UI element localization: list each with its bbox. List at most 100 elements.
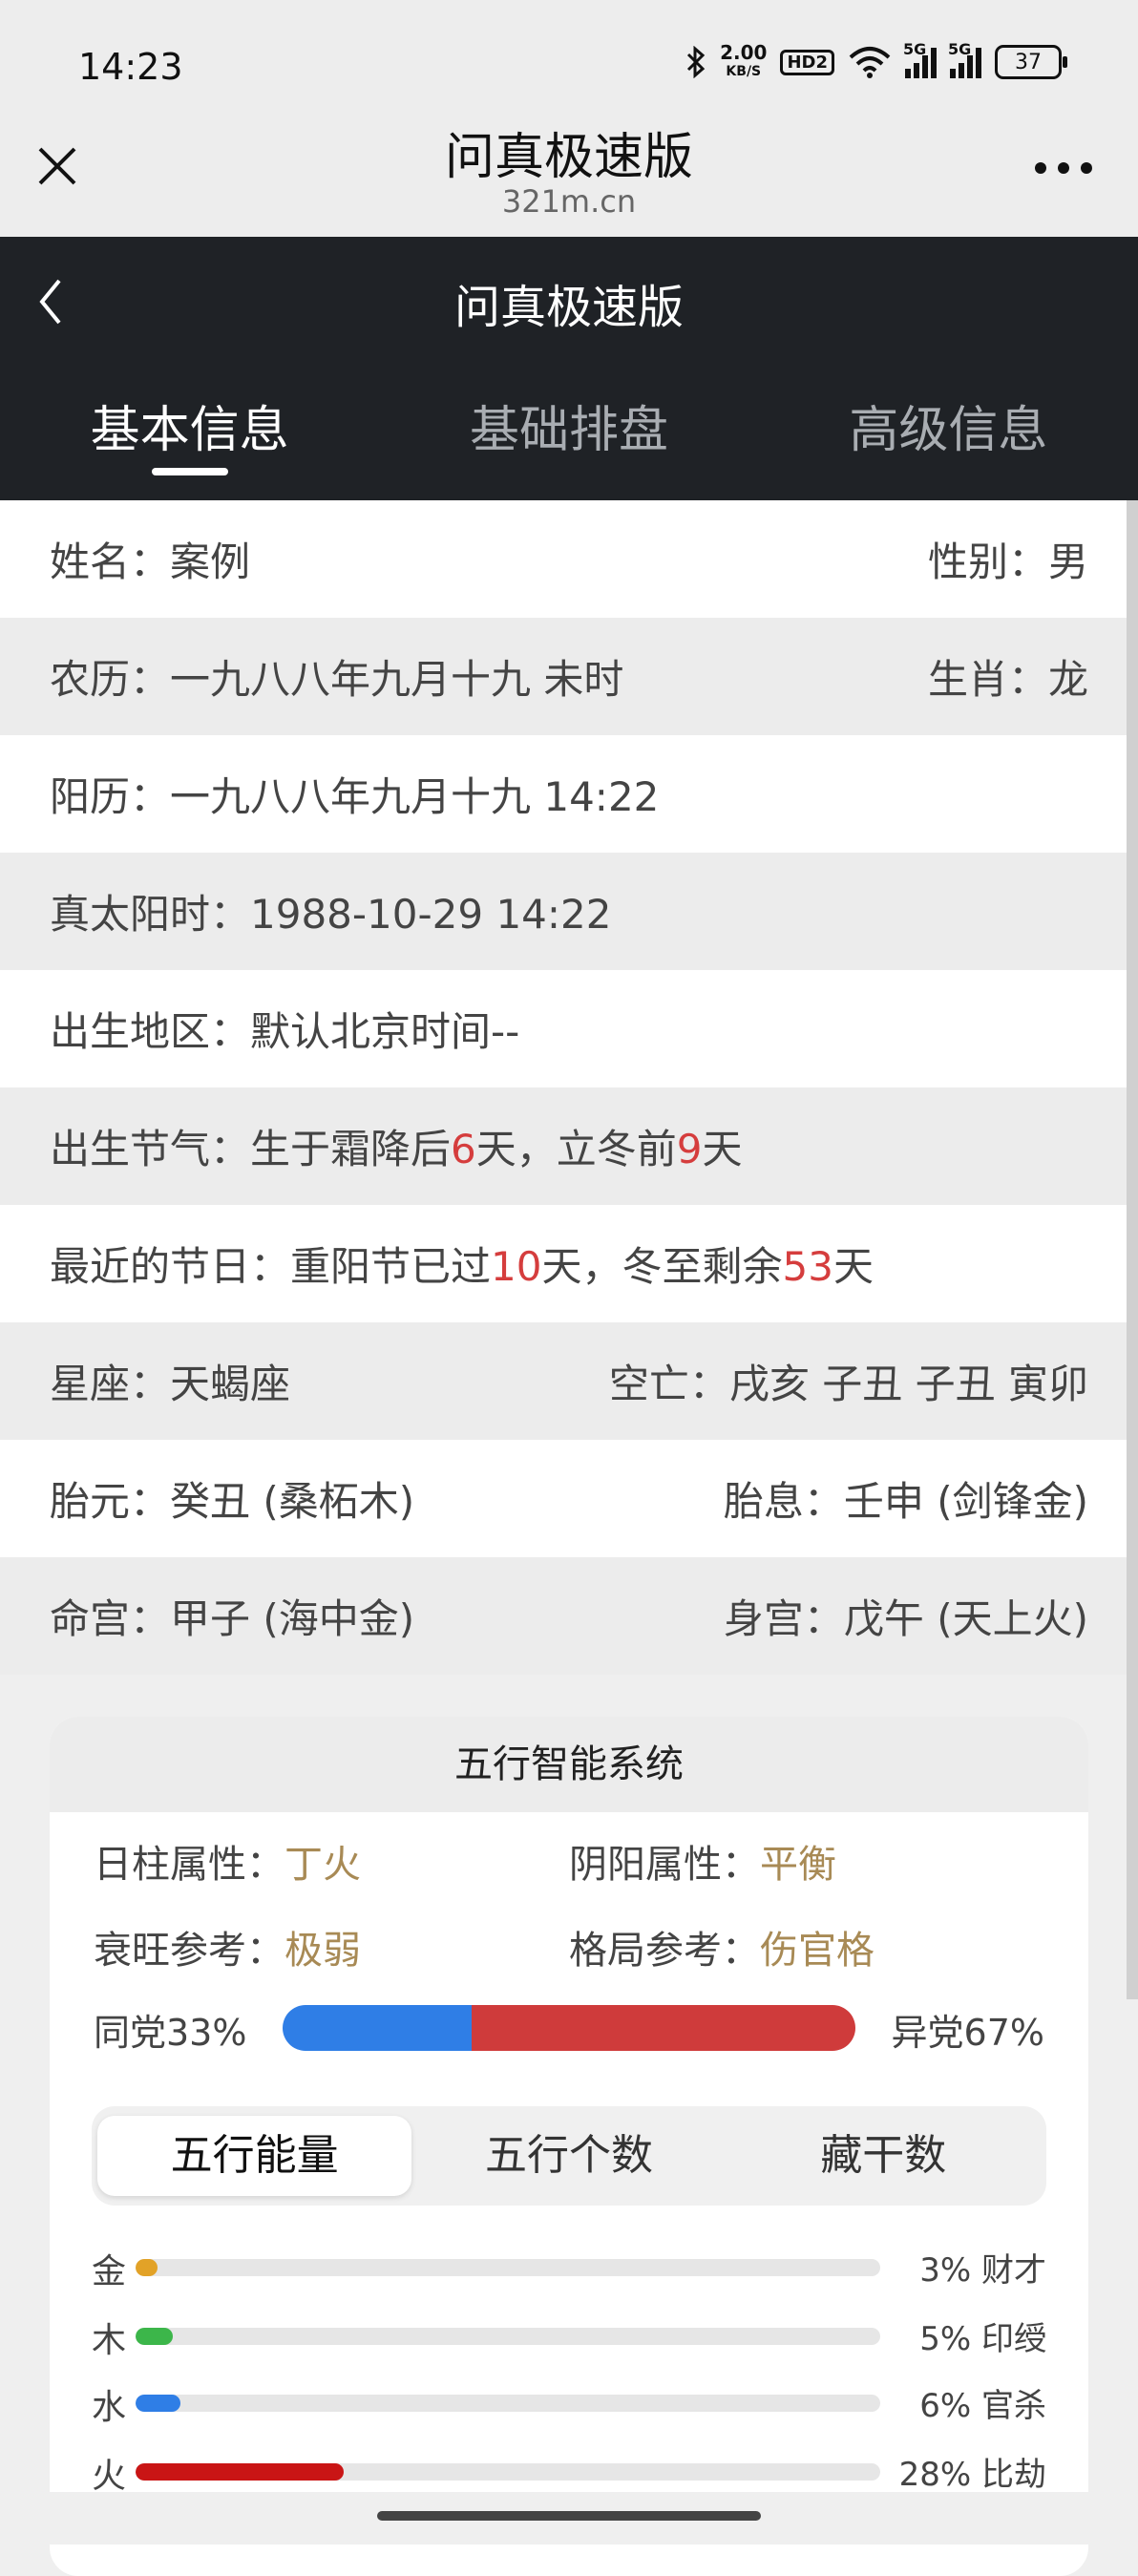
region-value: 默认北京时间-- xyxy=(250,1008,520,1055)
element-fill xyxy=(136,2328,173,2345)
info-row-constellation: 星座：天蝎座 空亡：戌亥 子丑 子丑 寅卯 xyxy=(0,1322,1138,1440)
speed-unit: KB/S xyxy=(726,64,762,79)
lunar-value: 一九八八年九月十九 未时 xyxy=(170,656,624,703)
signal-icon: 5G xyxy=(903,40,937,78)
day-pillar-field: 日柱属性：丁火 xyxy=(94,1833,361,1889)
info-row-true-solar: 真太阳时：1988-10-29 14:22 xyxy=(0,853,1138,970)
scrollbar[interactable] xyxy=(1127,500,1138,1999)
pattern-label: 格局参考： xyxy=(569,1929,760,1973)
element-row-wood: 木 5% 印绶 xyxy=(92,2307,1046,2364)
info-row-minggong: 命宫：甲子 (海中金) 身宫：戊午 (天上火) xyxy=(0,1557,1138,1675)
taiyuan-value: 癸丑 (桑柘木) xyxy=(170,1478,415,1525)
mini-app-header: 问真极速版 321m.cn xyxy=(0,105,1138,237)
segment-energy[interactable]: 五行能量 xyxy=(97,2116,412,2196)
strength-label: 衰旺参考： xyxy=(94,1929,284,1973)
element-track xyxy=(136,2395,880,2412)
element-row-fire: 火 28% 比劫 xyxy=(92,2442,1046,2500)
yinyang-value: 平衡 xyxy=(760,1843,836,1887)
day-pillar-label: 日柱属性： xyxy=(94,1843,284,1887)
element-fill xyxy=(136,2395,180,2412)
element-percent: 3% 财才 xyxy=(919,2251,1046,2290)
zodiac-value: 龙 xyxy=(1047,656,1088,703)
element-fill xyxy=(136,2463,345,2481)
yinyang-label: 阴阳属性： xyxy=(569,1843,760,1887)
strength-field: 衰旺参考：极弱 xyxy=(94,1919,361,1974)
pattern-field: 格局参考：伤官格 xyxy=(569,1919,875,1974)
status-bar: 14:23 2.00 KB/S HD2 5G 5G 37 xyxy=(0,0,1138,105)
battery-level: 37 xyxy=(1015,50,1042,74)
region-label: 出生地区： xyxy=(50,1008,251,1055)
shengong-label: 身宫： xyxy=(723,1595,844,1642)
element-track xyxy=(136,2463,880,2481)
segment-hidden-stems[interactable]: 藏干数 xyxy=(727,2116,1041,2196)
info-row-name: 姓名：案例 性别：男 xyxy=(0,500,1138,618)
bluetooth-icon xyxy=(687,46,706,78)
speed-value: 2.00 xyxy=(720,41,768,64)
solar-term-text: 天 xyxy=(702,1126,743,1172)
info-row-region: 出生地区：默认北京时间-- xyxy=(0,970,1138,1087)
tab-advanced-info[interactable]: 高级信息 xyxy=(759,390,1138,485)
element-percent: 6% 官杀 xyxy=(919,2387,1046,2425)
info-row-taiyuan: 胎元：癸丑 (桑柘木) 胎息：壬申 (剑锋金) xyxy=(0,1440,1138,1557)
festival-days-passed: 10 xyxy=(491,1243,542,1290)
minggong-label: 命宫： xyxy=(50,1595,171,1642)
festival-text: 天 xyxy=(832,1243,874,1290)
element-percent: 28% 比劫 xyxy=(898,2456,1046,2494)
wuxing-card: 五行智能系统 日柱属性：丁火 阴阳属性：平衡 衰旺参考：极弱 格局参考：伤官格 … xyxy=(50,1717,1088,2576)
solar-term-days-before: 9 xyxy=(676,1126,703,1172)
wuxing-segmented-control: 五行能量 五行个数 藏干数 xyxy=(92,2106,1046,2206)
solar-label: 阳历： xyxy=(50,773,171,820)
festival-text: 天，冬至剩余 xyxy=(541,1243,783,1290)
page-title: 问真极速版 xyxy=(453,281,684,334)
true-solar-label: 真太阳时： xyxy=(50,891,251,938)
element-name: 水 xyxy=(92,2388,127,2427)
festival-text: 重阳节已过 xyxy=(290,1243,492,1290)
info-row-solar-term: 出生节气：生于霜降后6天，立冬前9天 xyxy=(0,1087,1138,1205)
battery-icon: 37 xyxy=(995,45,1067,79)
solar-term-text: 天，立冬前 xyxy=(475,1126,677,1172)
same-party-fill xyxy=(283,2005,472,2051)
element-name: 金 xyxy=(92,2252,127,2291)
pattern-value: 伤官格 xyxy=(760,1929,875,1973)
festival-days-left: 53 xyxy=(782,1243,833,1290)
signal-label: 5G xyxy=(903,40,927,58)
element-track xyxy=(136,2328,880,2345)
diff-party-label: 异党67% xyxy=(891,2012,1044,2054)
gender-label: 性别： xyxy=(927,538,1048,585)
festival-label: 最近的节日： xyxy=(50,1243,291,1290)
solar-term-days-after: 6 xyxy=(451,1126,476,1172)
taixi-value: 壬申 (剑锋金) xyxy=(843,1478,1088,1525)
day-pillar-value: 丁火 xyxy=(284,1843,361,1887)
strength-value: 极弱 xyxy=(284,1929,361,1973)
element-percent: 5% 印绶 xyxy=(919,2320,1046,2358)
tab-basic-info[interactable]: 基本信息 xyxy=(0,390,379,485)
network-speed: 2.00 KB/S xyxy=(720,43,767,81)
solar-term-label: 出生节气： xyxy=(50,1126,251,1172)
info-row-solar: 阳历：一九八八年九月十九 14:22 xyxy=(0,735,1138,853)
name-value: 案例 xyxy=(170,538,251,585)
basic-info-list: 姓名：案例 性别：男 农历：一九八八年九月十九 未时 生肖：龙 阳历：一九八八年… xyxy=(0,500,1138,1675)
element-name: 木 xyxy=(92,2321,127,2360)
tab-basic-chart[interactable]: 基础排盘 xyxy=(379,390,758,485)
home-indicator[interactable] xyxy=(377,2511,761,2521)
solar-value: 一九八八年九月十九 14:22 xyxy=(170,773,660,820)
segment-count[interactable]: 五行个数 xyxy=(411,2116,726,2196)
constellation-label: 星座： xyxy=(50,1361,171,1407)
element-fill xyxy=(136,2259,158,2276)
yinyang-field: 阴阳属性：平衡 xyxy=(569,1833,836,1889)
app-title: 问真极速版 xyxy=(444,129,693,186)
element-track xyxy=(136,2259,880,2276)
true-solar-value: 1988-10-29 14:22 xyxy=(250,891,612,938)
kongwang-value: 戌亥 子丑 子丑 寅卯 xyxy=(728,1361,1088,1407)
wuxing-title: 五行智能系统 xyxy=(50,1717,1088,1812)
system-nav-bar xyxy=(0,2492,1138,2544)
status-time: 14:23 xyxy=(78,46,183,88)
element-row-water: 水 6% 官杀 xyxy=(92,2374,1046,2431)
element-row-metal: 金 3% 财才 xyxy=(92,2238,1046,2295)
party-ratio-bar xyxy=(283,2005,855,2051)
solar-term-text: 生于霜降后 xyxy=(250,1126,452,1172)
more-icon[interactable] xyxy=(1035,162,1092,176)
taixi-label: 胎息： xyxy=(723,1478,844,1525)
name-label: 姓名： xyxy=(50,538,171,585)
info-row-lunar: 农历：一九八八年九月十九 未时 生肖：龙 xyxy=(0,618,1138,735)
